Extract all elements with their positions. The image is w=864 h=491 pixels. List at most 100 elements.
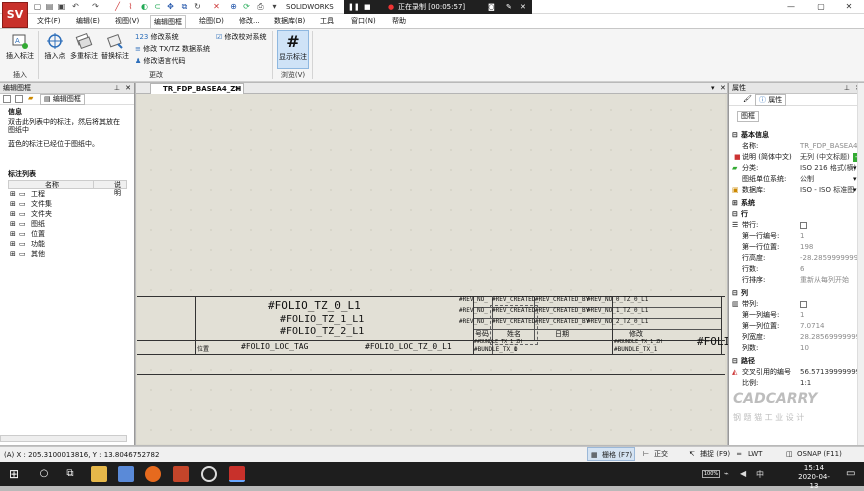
list-item[interactable]: ⊞ ▭ 工程 <box>8 189 127 199</box>
prop-col-first-no[interactable]: 第一列编号: 1 <box>729 310 864 321</box>
chevron-down-icon[interactable]: ▾ <box>853 185 857 196</box>
open-icon[interactable]: ▤ <box>45 2 54 11</box>
section-column[interactable]: ⊟ 列 <box>729 288 864 298</box>
close-button[interactable]: ✕ <box>834 0 864 14</box>
document-tab[interactable]: TR_FDP_BASEA4_ZH ✕ <box>150 83 244 94</box>
menu-edit[interactable]: 编辑(E) <box>73 15 103 27</box>
prop-row-first-no[interactable]: 第一行编号: 1 <box>729 231 864 242</box>
pause-icon[interactable]: ❚❚ <box>348 0 360 14</box>
folio-tz-1[interactable]: #FOLIO_TZ_1_L1 <box>280 314 364 325</box>
new-icon[interactable]: ▢ <box>33 2 42 11</box>
drawing-sheet[interactable]: #FOLIO_TZ_0_L1 #FOLIO_TZ_1_L1 #FOLIO_TZ_… <box>137 94 730 444</box>
section-basic[interactable]: ⊟ 基本信息 <box>729 130 864 140</box>
minimize-button[interactable]: — <box>776 0 806 14</box>
rev-no-0[interactable]: #REV_NO_ <box>459 296 488 303</box>
save-icon[interactable]: ▣ <box>57 2 66 11</box>
component-icon[interactable]: ◐ <box>140 2 149 11</box>
rev-created-by-1[interactable]: #REV_CREATED_BY <box>535 307 589 314</box>
prop-unit[interactable]: 图纸单位系统: 公制 ▾ <box>729 174 864 185</box>
pin-icon[interactable]: ⊥ <box>844 83 850 94</box>
wire-icon[interactable]: ⌇ <box>126 2 135 11</box>
list-item[interactable]: ⊞ ▭ 其他 <box>8 249 127 259</box>
row-checkbox[interactable] <box>800 221 807 229</box>
prop-row-first-pos[interactable]: 第一行位置: 198 <box>729 242 864 253</box>
prop-row-count[interactable]: 行数: 6 <box>729 264 864 275</box>
prop-col-first-pos[interactable]: 第一列位置: 7.0714 <box>729 321 864 332</box>
prop-col-width[interactable]: 列宽度: 28.2856999999999 <box>729 332 864 343</box>
dropdown-icon[interactable]: ▾ <box>270 2 279 11</box>
recorder-icon[interactable] <box>201 466 217 482</box>
expand-icon[interactable]: ⊞ <box>10 209 16 219</box>
undo-icon[interactable]: ↶ <box>71 2 80 11</box>
erase-icon[interactable]: ✕ <box>212 2 221 11</box>
keyboard-icon[interactable]: 中 <box>756 469 764 480</box>
chevron-down-icon[interactable]: ▾ <box>853 174 857 185</box>
start-icon[interactable]: ⊞ <box>6 466 22 482</box>
rev-no-2[interactable]: #REV_NO_ <box>459 318 488 325</box>
network-icon[interactable]: ⌁ <box>724 469 729 478</box>
rev-created-0[interactable]: #REV_CREATED_ <box>492 296 539 303</box>
clock[interactable]: 15:14 2020-04-13 <box>794 464 834 491</box>
expand-icon[interactable]: ⊞ <box>10 199 16 209</box>
tab-list-icon[interactable]: ▾ <box>711 83 715 93</box>
app-logo[interactable]: SV <box>2 2 28 28</box>
show-tag-button[interactable]: # 显示标注 <box>277 30 309 69</box>
search-icon[interactable]: ○ <box>36 466 52 482</box>
insert-tag-button[interactable]: A 插入标注 <box>4 32 36 60</box>
prop-col-count[interactable]: 列数: 10 <box>729 343 864 354</box>
solidworks-electrical-icon[interactable] <box>229 466 245 482</box>
rev-no-tz-2[interactable]: #REV_NO_2_TZ_0_L1 <box>587 318 648 325</box>
tab-edit-frame[interactable]: ▤ 编辑图框 <box>40 94 85 105</box>
col-name[interactable]: 名称 <box>45 181 59 189</box>
zoom-icon[interactable]: ⊕ <box>229 2 238 11</box>
horizontal-scrollbar[interactable] <box>0 435 127 442</box>
camera-icon[interactable]: ◙ <box>488 0 495 14</box>
cable-icon[interactable]: ⊂ <box>153 2 162 11</box>
recording-close-icon[interactable]: ✕ <box>520 0 526 14</box>
expand-icon[interactable]: ⊞ <box>10 239 16 249</box>
vertical-scrollbar[interactable] <box>857 83 864 445</box>
brush-icon[interactable]: 🖌 <box>743 95 752 103</box>
section-row[interactable]: ⊟ 行 <box>729 209 864 219</box>
expand-icon[interactable]: ⊞ <box>10 219 16 229</box>
tab-close-all-icon[interactable]: ✕ <box>720 83 726 93</box>
list-item[interactable]: ⊞ ▭ 功能 <box>8 239 127 249</box>
list-item[interactable]: ⊞ ▭ 位置 <box>8 229 127 239</box>
copy-icon[interactable]: ⧉ <box>180 2 189 11</box>
menu-file[interactable]: 文件(F) <box>34 15 64 27</box>
prop-row-has[interactable]: ☰ 带行: <box>729 220 864 231</box>
rev-created-by-0[interactable]: #REV_CREATED_BY <box>535 296 589 303</box>
chevron-down-icon[interactable]: ▾ <box>853 163 857 174</box>
prop-scale[interactable]: 比例: 1:1 <box>729 378 864 389</box>
folio-tz-0[interactable]: #FOLIO_TZ_0_L1 <box>268 299 361 312</box>
insert-point-button[interactable]: 插入点 <box>42 32 68 60</box>
app-icon[interactable] <box>118 466 134 482</box>
menu-view[interactable]: 视图(V) <box>112 15 142 27</box>
prop-row-order[interactable]: 行排序: 重新从每列开始 <box>729 275 864 286</box>
bundle-tx[interactable]: #BUNDLE_TX_1 <box>474 346 517 353</box>
pen-icon[interactable]: ✎ <box>506 0 512 14</box>
line-icon[interactable]: ╱ <box>113 2 122 11</box>
file-explorer-icon[interactable] <box>91 466 107 482</box>
menu-window[interactable]: 窗口(N) <box>348 15 379 27</box>
menu-help[interactable]: 帮助 <box>389 15 409 27</box>
section-system[interactable]: ⊞ 系统 <box>729 198 864 208</box>
folio-loc-tag[interactable]: #FOLIO_LOC_TAG <box>241 342 308 351</box>
rev-no-1[interactable]: #REV_NO_ <box>459 307 488 314</box>
list-item[interactable]: ⊞ ▭ 文件集 <box>8 199 127 209</box>
tab-close-icon[interactable]: ✕ <box>234 84 240 94</box>
rotate-icon[interactable]: ↻ <box>193 2 202 11</box>
bundle-zero[interactable]: 0 <box>514 346 518 353</box>
modify-system-button[interactable]: 123 修改系统 <box>135 33 179 42</box>
tab-frame[interactable]: 图框 <box>737 111 759 122</box>
menu-edit-frame[interactable]: 编辑图框 <box>150 15 186 28</box>
page-icon[interactable] <box>15 95 23 103</box>
prop-database[interactable]: ▣ 数据库: ISO - ISO 标准图 ▾ <box>729 185 864 196</box>
osnap-toggle[interactable]: ◫ OSNAP (F11) <box>783 447 843 461</box>
lwt-toggle[interactable]: ═LWT (F10) <box>734 447 780 472</box>
prop-xref[interactable]: ◭ 交叉引用的编号 56.5713999999999 <box>729 367 864 378</box>
menu-database[interactable]: 数据库(B) <box>271 15 308 27</box>
print-icon[interactable]: ⎙ <box>256 2 265 11</box>
folio-loc-tz[interactable]: #FOLIO_LOC_TZ_0_L1 <box>365 342 452 351</box>
refresh-icon[interactable]: ⟳ <box>242 2 251 11</box>
